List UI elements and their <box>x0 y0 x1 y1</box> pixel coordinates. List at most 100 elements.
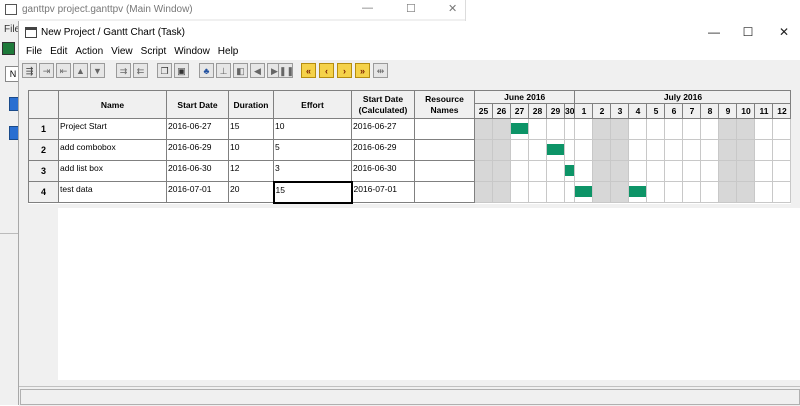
column-header-start-date[interactable]: Start Date <box>166 90 229 119</box>
timeline-cell[interactable] <box>492 181 511 203</box>
main-close-button[interactable]: ✕ <box>448 2 457 15</box>
pause-icon[interactable]: ❚❚ <box>278 63 294 78</box>
prev-icon[interactable]: ‹ <box>319 63 334 78</box>
effort-cell[interactable]: 5 <box>273 139 352 161</box>
timeline-cell[interactable] <box>682 139 702 161</box>
copy-icon[interactable]: ❐ <box>157 63 172 78</box>
timeline-cell[interactable] <box>628 160 648 182</box>
zoom-out-icon[interactable]: ◀ <box>250 63 265 78</box>
menu-script[interactable]: Script <box>137 43 171 60</box>
add-row-icon[interactable]: ⇶ <box>22 63 37 78</box>
timeline-cell[interactable] <box>574 139 594 161</box>
timeline-cell[interactable] <box>610 139 630 161</box>
main-minimize-button[interactable]: — <box>362 2 373 14</box>
timeline-cell[interactable] <box>592 118 612 140</box>
resource-names-cell[interactable] <box>414 160 475 182</box>
menu-edit[interactable]: Edit <box>46 43 71 60</box>
timeline-cell[interactable] <box>736 181 756 203</box>
table-row[interactable]: 2 add combobox 2016-06-29 10 5 2016-06-29 <box>28 139 792 161</box>
timeline-cell[interactable] <box>528 160 547 182</box>
timeline-cell[interactable] <box>772 118 792 140</box>
move-down-icon[interactable]: ▼ <box>90 63 105 78</box>
timeline-cell[interactable] <box>563 181 576 203</box>
start-date-cell[interactable]: 2016-07-01 <box>166 181 229 203</box>
start-date-cell[interactable]: 2016-06-30 <box>166 160 229 182</box>
timeline-cell[interactable] <box>754 139 774 161</box>
link-icon[interactable]: ⊥ <box>216 63 231 78</box>
timeline-cell[interactable] <box>718 160 738 182</box>
timeline-cell[interactable] <box>474 118 493 140</box>
effort-cell[interactable]: 3 <box>273 160 352 182</box>
group-icon[interactable]: ♣ <box>199 63 214 78</box>
table-row[interactable]: 4 test data 2016-07-01 20 15 2016-07-01 <box>28 180 792 204</box>
timeline-cell[interactable] <box>628 118 648 140</box>
task-bar[interactable] <box>511 123 528 134</box>
timeline-cell[interactable] <box>700 160 720 182</box>
resource-names-cell[interactable] <box>414 181 475 203</box>
timeline-cell[interactable] <box>528 118 547 140</box>
timeline-cell[interactable] <box>664 139 684 161</box>
timeline-cell[interactable] <box>546 160 565 182</box>
timeline-cell[interactable] <box>510 139 529 161</box>
main-toolbar-icon[interactable] <box>2 42 15 55</box>
paste-icon[interactable]: ▣ <box>174 63 189 78</box>
duration-cell[interactable]: 20 <box>228 181 274 203</box>
timeline-cell[interactable] <box>628 181 648 203</box>
timeline-cell[interactable] <box>510 160 529 182</box>
timeline-cell[interactable] <box>474 160 493 182</box>
timeline-cell[interactable] <box>772 139 792 161</box>
column-header-effort[interactable]: Effort <box>273 90 352 119</box>
timeline-cell[interactable] <box>772 160 792 182</box>
timeline-cell[interactable] <box>546 181 565 203</box>
start-calculated-cell[interactable]: 2016-06-29 <box>351 139 415 161</box>
corner-header[interactable] <box>28 90 59 119</box>
timeline-cell[interactable] <box>664 160 684 182</box>
column-header-start-calculated[interactable]: Start Date (Calculated) <box>351 90 415 119</box>
move-up-icon[interactable]: ▲ <box>73 63 88 78</box>
timeline-cell[interactable] <box>700 181 720 203</box>
row-number[interactable]: 2 <box>28 139 59 161</box>
timeline-cell[interactable] <box>682 118 702 140</box>
next-icon[interactable]: › <box>337 63 352 78</box>
column-header-resource-names[interactable]: Resource Names <box>414 90 475 119</box>
level-icon[interactable]: ◧ <box>233 63 248 78</box>
timeline-cell[interactable] <box>718 139 738 161</box>
timeline-cell[interactable] <box>736 139 756 161</box>
timeline-cell[interactable] <box>546 139 565 161</box>
duration-cell[interactable]: 15 <box>228 118 274 140</box>
task-name-cell[interactable]: add list box <box>58 160 167 182</box>
timeline-cell[interactable] <box>492 118 511 140</box>
task-bar[interactable] <box>629 186 646 197</box>
task-bar[interactable] <box>565 165 574 176</box>
start-date-cell[interactable]: 2016-06-27 <box>166 118 229 140</box>
timeline-cell[interactable] <box>574 160 594 182</box>
timeline-cell[interactable] <box>700 139 720 161</box>
menu-action[interactable]: Action <box>71 43 107 60</box>
duration-cell[interactable]: 10 <box>228 139 274 161</box>
row-number[interactable]: 1 <box>28 118 59 140</box>
delete-row-icon[interactable]: ⇤ <box>56 63 71 78</box>
timeline-cell[interactable] <box>736 118 756 140</box>
timeline-cell[interactable] <box>646 118 666 140</box>
timeline-cell[interactable] <box>592 160 612 182</box>
timeline-cell[interactable] <box>700 118 720 140</box>
menu-window[interactable]: Window <box>170 43 214 60</box>
duration-cell[interactable]: 12 <box>228 160 274 182</box>
timeline-cell[interactable] <box>563 160 576 182</box>
first-icon[interactable]: « <box>301 63 316 78</box>
timeline-cell[interactable] <box>528 181 547 203</box>
timeline-cell[interactable] <box>510 118 529 140</box>
timeline-cell[interactable] <box>664 118 684 140</box>
timeline-cell[interactable] <box>754 160 774 182</box>
start-calculated-cell[interactable]: 2016-07-01 <box>351 181 415 203</box>
column-header-duration[interactable]: Duration <box>228 90 274 119</box>
menu-file[interactable]: File <box>22 43 46 60</box>
close-button[interactable]: ✕ <box>769 24 799 40</box>
timeline-cell[interactable] <box>772 181 792 203</box>
timeline-cell[interactable] <box>474 181 493 203</box>
timeline-cell[interactable] <box>646 160 666 182</box>
indent-icon[interactable]: ⇉ <box>116 63 131 78</box>
last-icon[interactable]: » <box>355 63 370 78</box>
menu-help[interactable]: Help <box>214 43 243 60</box>
timeline-cell[interactable] <box>546 118 565 140</box>
